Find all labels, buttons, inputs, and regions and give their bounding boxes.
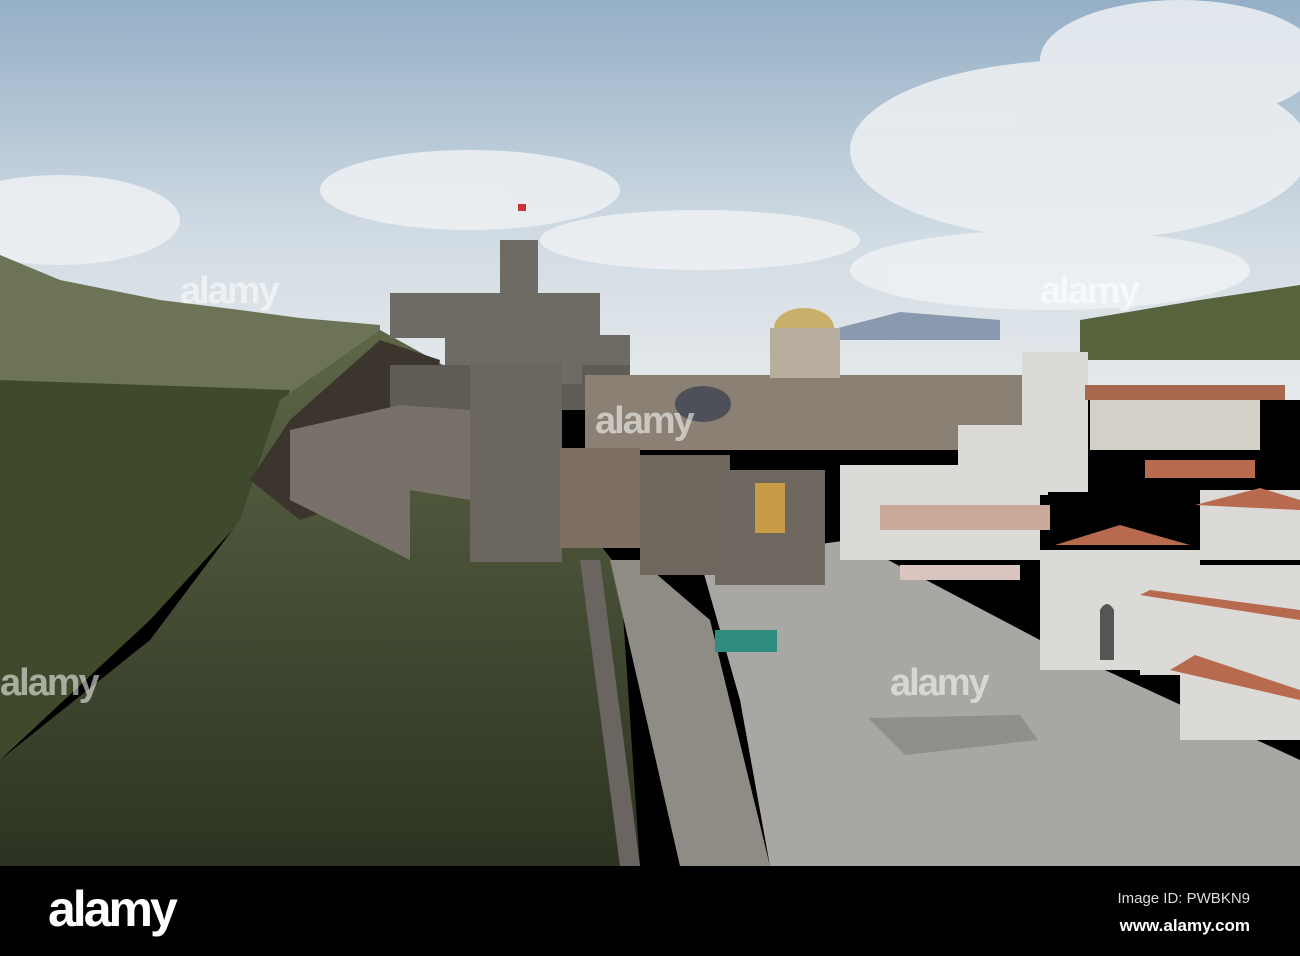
green-canopy xyxy=(715,630,777,652)
round-tower xyxy=(470,362,562,562)
watermark: alamy xyxy=(1040,270,1140,312)
watermark: alamy xyxy=(595,400,695,442)
flag xyxy=(518,204,526,211)
footer-bar: alamy Image ID: PWBKN9 www.alamy.com xyxy=(0,866,1300,956)
website-link[interactable]: www.alamy.com xyxy=(1120,916,1250,936)
watermark: alamy xyxy=(180,270,280,312)
inner-building xyxy=(560,448,640,548)
watermark: alamy xyxy=(890,662,990,704)
umbrellas xyxy=(900,565,1020,580)
stock-photo: alamy alamy alamy alamy alamy alamy Imag… xyxy=(0,0,1300,956)
image-id: Image ID: PWBKN9 xyxy=(1117,890,1250,907)
watermark: alamy xyxy=(0,662,100,704)
alamy-logo: alamy xyxy=(48,881,178,937)
